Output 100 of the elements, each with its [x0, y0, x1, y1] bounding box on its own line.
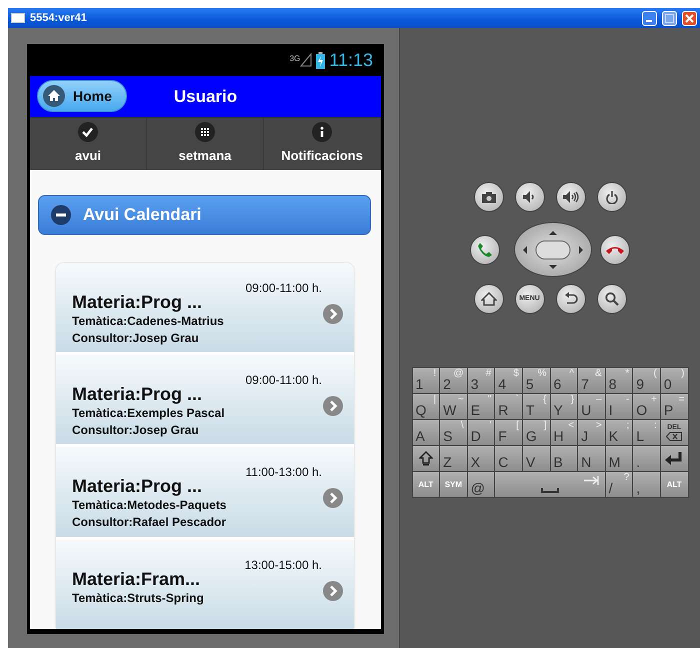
list-item[interactable]: Materia:Prog ... Temàtica:Metodes-Paquets Consultor:Rafael Pescador 11:00-13:00 h.: [56, 447, 354, 537]
end-call-button[interactable]: [600, 234, 630, 264]
keyboard-key[interactable]: 4 $: [495, 368, 522, 393]
home-button[interactable]: Home: [37, 80, 127, 112]
window-icon: [11, 13, 25, 23]
volume-down-button[interactable]: [514, 182, 544, 212]
time-text: 09:00-11:00 h.: [245, 280, 322, 297]
keyboard-key[interactable]: ALT: [412, 472, 440, 497]
keyboard-key[interactable]: G ]: [522, 420, 550, 445]
home-icon: [43, 85, 65, 108]
collapsible-header[interactable]: Avui Calendari: [38, 195, 371, 235]
keyboard-key[interactable]: R `: [495, 394, 522, 419]
time-text: 11:00-13:00 h.: [245, 464, 322, 482]
keyboard-key[interactable]: SYM: [440, 472, 467, 497]
keyboard-key[interactable]: @: [468, 472, 494, 497]
keyboard-key[interactable]: Z: [440, 446, 467, 471]
keyboard-key[interactable]: 9 (: [633, 368, 660, 393]
keyboard-key[interactable]: I -: [606, 394, 632, 419]
keyboard-key[interactable]: H <: [550, 420, 578, 445]
keyboard-key[interactable]: C: [495, 446, 522, 471]
maximize-button[interactable]: [662, 10, 677, 26]
keyboard-key[interactable]: [412, 446, 440, 471]
keyboard-key[interactable]: 3 #: [468, 368, 494, 393]
chevron-icon: [323, 580, 343, 601]
camera-button[interactable]: [474, 182, 504, 212]
subject-text: Materia:Prog ...: [72, 475, 204, 498]
keyboard-key[interactable]: T {: [522, 394, 550, 419]
battery-icon: [316, 52, 326, 68]
topic-text: Temàtica:Metodes-Paquets: [72, 497, 226, 514]
keyboard-key[interactable]: 1 !: [412, 368, 440, 393]
call-button[interactable]: [470, 234, 500, 264]
keyboard-key[interactable]: 0 ): [660, 368, 688, 393]
list-item[interactable]: Materia:Prog ... Temàtica:Exemples Pascal Consultor:Josep Grau 09:00-11:00 h.: [56, 355, 354, 444]
keyboard-key[interactable]: Q |: [412, 394, 440, 419]
window-title: 5554:ver41: [30, 10, 88, 26]
subject-text: Materia:Prog ...: [72, 290, 204, 313]
keyboard-key[interactable]: E ": [468, 394, 494, 419]
subject-text: Materia:Fram...: [72, 568, 202, 590]
keyboard-key[interactable]: P =: [660, 394, 688, 419]
power-icon: [606, 190, 618, 204]
network-type: 3G: [290, 53, 300, 65]
clock: 11:13: [329, 48, 373, 72]
tab-icon: [584, 476, 599, 485]
power-button[interactable]: [596, 182, 626, 212]
home-button[interactable]: [474, 284, 504, 314]
keyboard-key[interactable]: S \: [440, 420, 467, 445]
chevron-icon: [323, 396, 343, 416]
keyboard-key[interactable]: D ': [468, 420, 494, 445]
keyboard-key[interactable]: V: [522, 446, 550, 471]
time-text: 13:00-15:00 h.: [244, 556, 322, 574]
close-button[interactable]: [682, 10, 697, 26]
keyboard-key[interactable]: 5 %: [522, 368, 550, 393]
keyboard-key[interactable]: Y }: [550, 394, 578, 419]
keyboard-key[interactable]: K ;: [606, 420, 632, 445]
keyboard-key[interactable]: M: [606, 446, 632, 471]
close-icon: [685, 14, 694, 22]
keyboard-key[interactable]: ,: [633, 472, 660, 497]
space-icon: [540, 488, 559, 493]
keyboard-key[interactable]: [660, 446, 688, 471]
keyboard-key[interactable]: 7 &: [578, 368, 605, 393]
keyboard-key[interactable]: U –: [578, 394, 605, 419]
chevron-icon: [323, 488, 343, 508]
keyboard-key[interactable]: L :: [633, 420, 660, 445]
keyboard-key[interactable]: B: [550, 446, 578, 471]
back-button[interactable]: [556, 284, 586, 314]
volume-up-button[interactable]: [556, 182, 586, 212]
subject-text: Materia:Prog ...: [72, 383, 204, 406]
keyboard-key[interactable]: W ~: [440, 394, 467, 419]
keyboard-key[interactable]: X: [468, 446, 494, 471]
keyboard-key[interactable]: O +: [633, 394, 660, 419]
enter-icon: [665, 452, 684, 465]
keyboard-key[interactable]: A: [412, 420, 440, 445]
keyboard-key[interactable]: / ?: [606, 472, 632, 497]
minus-icon: [51, 205, 71, 226]
keyboard-key[interactable]: 8 *: [606, 368, 632, 393]
keyboard-key[interactable]: N: [578, 446, 605, 471]
speaker-icon: [523, 191, 536, 203]
keyboard-key[interactable]: 2 @: [440, 368, 467, 393]
house-icon: [480, 292, 496, 306]
chevron-icon: [323, 304, 343, 324]
consultant-text: Consultor:Rafael Pescador: [72, 514, 226, 532]
search-button[interactable]: [596, 284, 626, 314]
back-arrow-icon: [564, 292, 578, 306]
list-item[interactable]: Materia:Fram... Temàtica:Struts-Spring 13:00-15:00 h.: [56, 540, 354, 629]
camera-icon: [482, 192, 496, 202]
speaker-icon: [562, 191, 578, 203]
keyboard-key[interactable]: J >: [578, 420, 605, 445]
minimize-button[interactable]: [642, 10, 657, 26]
shift-icon: [418, 451, 433, 466]
phone-icon: [606, 246, 624, 254]
grid-icon: [195, 122, 215, 142]
info-icon: [312, 122, 332, 142]
keyboard-key[interactable]: .: [633, 446, 660, 471]
keyboard-key[interactable]: 6 ^: [550, 368, 578, 393]
check-icon: [78, 122, 98, 142]
keyboard-key[interactable]: F [: [495, 420, 522, 445]
phone-icon: [477, 242, 493, 258]
keyboard-key[interactable]: ALT: [660, 472, 688, 497]
list-item[interactable]: Materia:Prog ... Temàtica:Cadenes-Matrius Consultor:Josep Grau 09:00-11:00 h.: [56, 262, 354, 352]
consultant-text: Consultor:Josep Grau: [72, 422, 199, 440]
